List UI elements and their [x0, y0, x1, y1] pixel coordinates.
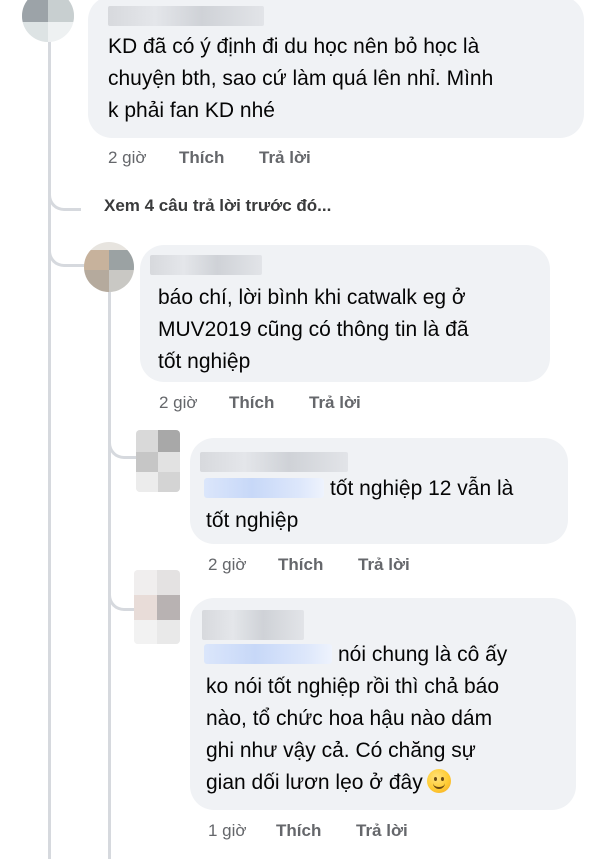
comment-text-line: MUV2019 cũng có thông tin là đã: [158, 318, 469, 341]
comment-text-line: ko nói tốt nghiệp rồi thì chả báo: [206, 675, 500, 698]
comment-text-line: tốt nghiệp: [206, 509, 299, 532]
comment-text-line: nói chung là cô ấy: [338, 643, 508, 666]
thread-branch-reply-1: [48, 236, 85, 267]
like-button[interactable]: Thích: [229, 393, 274, 413]
commenter-name-blurred[interactable]: [200, 452, 348, 472]
comment-text-line: ghi như vậy cả. Có chăng sự: [206, 739, 476, 762]
commenter-name-blurred[interactable]: [150, 255, 262, 275]
slightly-smiling-face-icon: [426, 769, 451, 793]
comment-actions: 2 giờ Thích Trả lời: [108, 148, 408, 170]
comment-time[interactable]: 1 giờ: [208, 821, 247, 841]
comment-text-line: KD đã có ý định đi du học nên bỏ học là: [108, 35, 480, 58]
thread-branch-reply-2: [108, 430, 137, 459]
thread-line-reply: [108, 290, 111, 859]
comment-actions: 2 giờ Thích Trả lời: [208, 555, 508, 577]
comment-actions: 1 giờ Thích Trả lời: [208, 821, 508, 843]
comment-text-line: gian dối lươn lẹo ở đây: [206, 771, 423, 794]
like-button[interactable]: Thích: [179, 148, 224, 168]
thread-line-main: [48, 42, 51, 859]
avatar[interactable]: [136, 430, 180, 492]
comment-text-line: k phải fan KD nhé: [108, 99, 275, 122]
comment-actions: 2 giờ Thích Trả lời: [159, 393, 459, 415]
comment-bubble: KD đã có ý định đi du học nên bỏ học là …: [88, 0, 584, 138]
comment-time[interactable]: 2 giờ: [208, 555, 247, 575]
avatar[interactable]: [134, 570, 180, 644]
comment-text-line: báo chí, lời bình khi catwalk eg ở: [158, 286, 466, 309]
avatar[interactable]: [22, 0, 74, 42]
mentioned-user-blurred[interactable]: [204, 478, 324, 498]
thread-branch-reply-3: [108, 578, 137, 611]
like-button[interactable]: Thích: [276, 821, 321, 841]
view-previous-replies-link[interactable]: Xem 4 câu trả lời trước đó...: [104, 196, 331, 216]
reply-button[interactable]: Trả lời: [259, 148, 311, 168]
reply-button[interactable]: Trả lời: [309, 393, 361, 413]
mentioned-user-blurred[interactable]: [204, 644, 332, 664]
thread-branch-more: [48, 184, 81, 211]
comment-text-line: nào, tổ chức hoa hậu nào dám: [206, 707, 493, 730]
comment-text-line: chuyện bth, sao cứ làm quá lên nhỉ. Mình: [108, 67, 494, 90]
comment-bubble: báo chí, lời bình khi catwalk eg ở MUV20…: [140, 245, 550, 382]
comment-time[interactable]: 2 giờ: [159, 393, 198, 413]
like-button[interactable]: Thích: [278, 555, 323, 575]
avatar[interactable]: [84, 242, 134, 292]
comment-text-line: tốt nghiệp 12 vẫn là: [330, 477, 514, 500]
commenter-name-blurred[interactable]: [108, 6, 264, 26]
comment-time[interactable]: 2 giờ: [108, 148, 147, 168]
comment-bubble: nói chung là cô ấy ko nói tốt nghiệp rồi…: [190, 598, 576, 810]
commenter-name-blurred[interactable]: [202, 610, 304, 640]
comment-bubble: tốt nghiệp 12 vẫn là tốt nghiệp: [190, 438, 568, 544]
comment-text-line: tốt nghiệp: [158, 350, 251, 373]
reply-button[interactable]: Trả lời: [356, 821, 408, 841]
reply-button[interactable]: Trả lời: [358, 555, 410, 575]
comment-text-line-last: gian dối lươn lẹo ở đây: [206, 768, 451, 798]
